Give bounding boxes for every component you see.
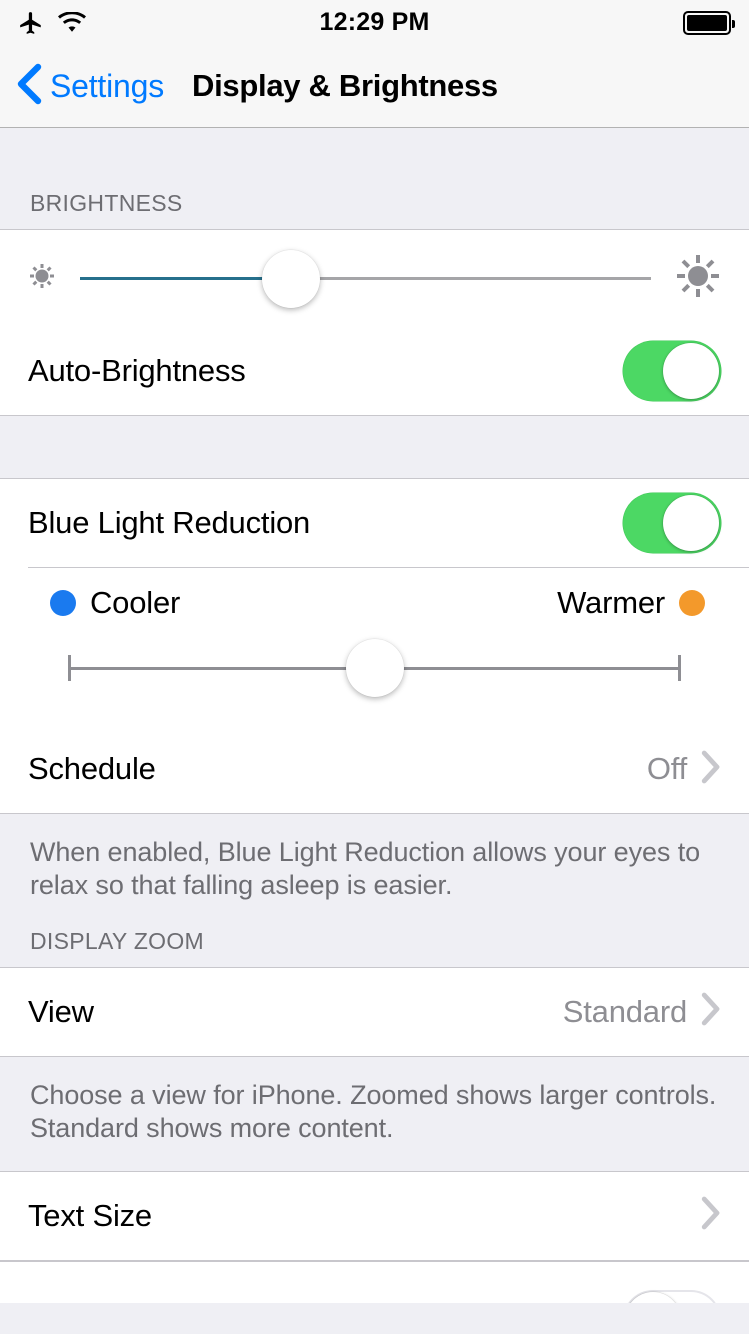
schedule-label: Schedule [28,751,156,786]
schedule-row[interactable]: Schedule Off [0,725,749,813]
cooler-label-group: Cooler [50,585,180,621]
text-size-row[interactable]: Text Size [0,1171,749,1260]
warmer-dot-icon [679,590,705,616]
battery-fill [687,14,727,31]
status-bar-right [683,10,735,35]
text-size-label: Text Size [28,1197,152,1233]
bold-text-toggle[interactable] [623,1289,721,1303]
settings-content: BRIGHTNESS Auto-Brightness Blue Light Re… [0,128,749,1303]
back-button[interactable]: Settings [16,63,164,110]
blue-light-row-right [623,493,721,553]
display-zoom-footer-text: Choose a view for iPhone. Zoomed shows l… [0,1056,749,1171]
status-bar: 12:29 PM [0,0,749,45]
color-temperature-slider-thumb[interactable] [345,639,404,697]
brightness-slider-thumb[interactable] [262,249,321,308]
schedule-value: Off [646,751,687,786]
view-row[interactable]: View Standard [0,967,749,1056]
view-row-right: Standard [563,992,721,1031]
color-temperature-block: Cooler Warmer [0,567,749,725]
cooler-dot-icon [50,590,76,616]
warmer-label: Warmer [557,585,665,620]
section-spacer-blue-light [0,416,749,478]
brightness-group: Auto-Brightness [0,229,749,416]
back-button-label: Settings [50,67,165,104]
color-temperature-track-cap-right [678,655,681,681]
auto-brightness-row[interactable]: Auto-Brightness [0,327,749,415]
chevron-right-icon [701,750,721,789]
color-temperature-labels: Cooler Warmer [28,585,721,621]
auto-brightness-toggle[interactable] [623,341,721,401]
brightness-slider-row [0,230,749,327]
brightness-low-icon [22,256,62,301]
view-label: View [28,993,94,1029]
toggle-knob [663,343,719,399]
bold-text-row-partial[interactable] [0,1260,749,1303]
chevron-right-icon [701,1196,721,1235]
brightness-high-icon [669,247,727,310]
color-temperature-slider[interactable] [68,637,681,699]
auto-brightness-label: Auto-Brightness [28,353,246,388]
auto-brightness-row-right [623,341,721,401]
section-header-brightness: BRIGHTNESS [0,190,749,229]
color-temperature-track-cap-left [68,655,71,681]
chevron-left-icon [16,63,42,110]
navigation-bar: Settings Display & Brightness [0,45,749,128]
chevron-right-icon [701,992,721,1031]
section-spacer-top [0,128,749,190]
view-value: Standard [562,993,687,1029]
display-zoom-group: View Standard [0,966,749,1057]
text-group: Text Size [0,1170,749,1261]
section-header-display-zoom: DISPLAY ZOOM [0,927,749,967]
status-bar-clock: 12:29 PM [319,8,430,36]
schedule-row-right: Off [647,750,721,789]
warmer-label-group: Warmer [557,585,705,621]
blue-light-reduction-toggle[interactable] [623,493,721,553]
iphone-settings-screen: 12:29 PM Settings Display & Brightness B… [0,0,749,1334]
battery-full-icon [683,10,735,35]
toggle-knob [625,1291,681,1303]
blue-light-reduction-row[interactable]: Blue Light Reduction [0,479,749,567]
page-title: Display & Brightness [192,68,498,103]
text-size-row-right [701,1196,721,1235]
blue-light-group: Blue Light Reduction Cooler Warmer Sched… [0,478,749,814]
brightness-slider[interactable] [80,249,651,309]
toggle-knob [663,495,719,551]
brightness-track-fill [80,277,292,280]
blue-light-reduction-label: Blue Light Reduction [28,505,311,540]
blue-light-footer-text: When enabled, Blue Light Reduction allow… [0,814,749,928]
cooler-label: Cooler [90,585,181,620]
